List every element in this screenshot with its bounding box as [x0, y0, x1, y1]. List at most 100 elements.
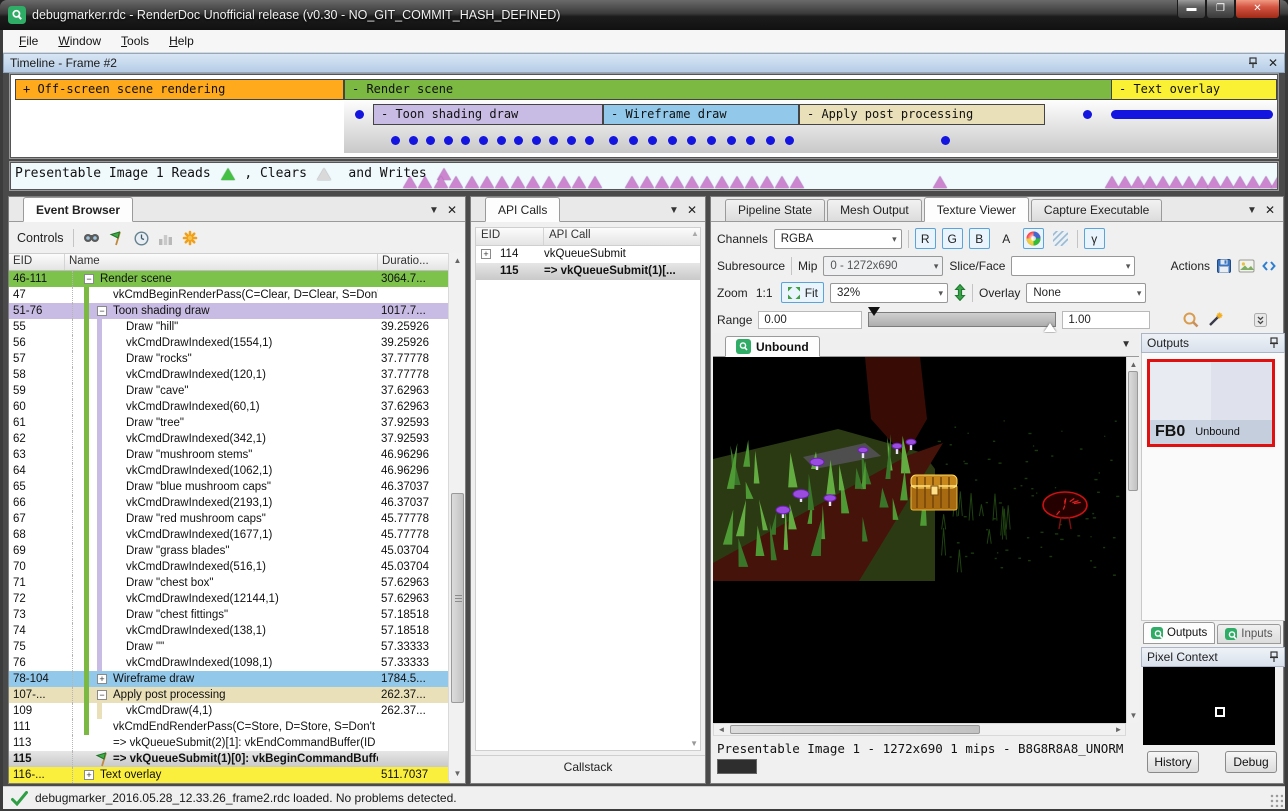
collapse-icon[interactable]: −: [97, 690, 107, 700]
timeline-marker-wireframe-draw[interactable]: - Wireframe draw: [603, 104, 799, 125]
tab-api-calls[interactable]: API Calls: [485, 197, 560, 222]
autofit-wand-icon[interactable]: [1206, 311, 1224, 329]
zoom-combo[interactable]: 32%: [830, 283, 948, 303]
event-row-78-104[interactable]: 78-104+Wireframe draw1784.5...: [9, 671, 450, 687]
event-row-62[interactable]: 62vkCmdDrawIndexed(342,1)37.92593: [9, 431, 450, 447]
chevron-down-icon[interactable]: ▼: [1121, 339, 1139, 356]
event-dot[interactable]: [479, 136, 488, 145]
event-row-75[interactable]: 75Draw ""57.33333: [9, 639, 450, 655]
event-row-74[interactable]: 74vkCmdDrawIndexed(138,1)57.18518: [9, 623, 450, 639]
timeline-marker-text-overlay[interactable]: - Text overlay: [1111, 79, 1277, 100]
close-icon[interactable]: ✕: [447, 203, 457, 217]
event-row-56[interactable]: 56vkCmdDrawIndexed(1554,1)39.25926: [9, 335, 450, 351]
tab-mesh-output[interactable]: Mesh Output: [827, 199, 922, 221]
zoom-1to1-button[interactable]: 1:1: [754, 282, 775, 303]
event-row-76[interactable]: 76vkCmdDrawIndexed(1098,1)57.33333: [9, 655, 450, 671]
slice-face-combo[interactable]: [1011, 256, 1135, 276]
star-icon[interactable]: [182, 230, 198, 246]
event-row-116-...[interactable]: 116-...+Text overlay511.7037: [9, 767, 450, 783]
find-icon[interactable]: [83, 231, 100, 246]
channel-b-button[interactable]: B: [969, 228, 990, 249]
event-dot[interactable]: [567, 136, 576, 145]
timeline-marker-off-screen-scene-rendering[interactable]: + Off-screen scene rendering: [15, 79, 344, 100]
channel-g-button[interactable]: G: [942, 228, 963, 249]
timeline-canvas[interactable]: + Off-screen scene rendering- Render sce…: [10, 74, 1278, 158]
pin-icon[interactable]: [1269, 337, 1279, 349]
scroll-up-icon[interactable]: ▲: [450, 253, 465, 268]
tab-pipeline-state[interactable]: Pipeline State: [725, 199, 825, 221]
event-dot[interactable]: [1083, 110, 1092, 119]
collapse-icon[interactable]: −: [84, 274, 94, 284]
timeline-dock-header[interactable]: Timeline - Frame #2 ✕: [3, 53, 1285, 73]
close-icon[interactable]: ✕: [1265, 203, 1275, 217]
resize-grip-icon[interactable]: [1270, 794, 1283, 807]
expand-icon[interactable]: +: [84, 770, 94, 780]
save-icon[interactable]: [1216, 258, 1232, 274]
api-row-115[interactable]: 115=> vkQueueSubmit(1)[...: [476, 263, 700, 280]
flip-y-icon[interactable]: [954, 284, 966, 301]
channels-combo[interactable]: RGBA: [774, 229, 902, 249]
tab-capture-executable[interactable]: Capture Executable: [1031, 199, 1162, 221]
event-row-55[interactable]: 55Draw "hill"39.25926: [9, 319, 450, 335]
channel-r-button[interactable]: R: [915, 228, 936, 249]
range-max-field[interactable]: 1.00: [1062, 311, 1150, 329]
event-row-58[interactable]: 58vkCmdDrawIndexed(120,1)37.77778: [9, 367, 450, 383]
event-row-65[interactable]: 65Draw "blue mushroom caps"46.37037: [9, 479, 450, 495]
event-row-113[interactable]: 113=> vkQueueSubmit(2)[1]: vkEndCommandB…: [9, 735, 450, 751]
event-dot[interactable]: [609, 136, 618, 145]
scroll-down-icon[interactable]: ▼: [690, 739, 698, 748]
range-max-handle[interactable]: [1044, 323, 1056, 332]
event-row-61[interactable]: 61Draw "tree"37.92593: [9, 415, 450, 431]
event-dot[interactable]: [629, 136, 638, 145]
image-file-icon[interactable]: [1238, 259, 1255, 273]
close-button[interactable]: ✕: [1235, 0, 1280, 19]
tab-outputs[interactable]: Outputs: [1143, 622, 1215, 644]
outputs-dock-header[interactable]: Outputs: [1141, 333, 1285, 353]
gamma-button[interactable]: γ: [1084, 228, 1105, 249]
api-table-header[interactable]: EID API Call ▲: [475, 227, 701, 246]
minimize-button[interactable]: ▬: [1177, 0, 1206, 19]
flag-icon[interactable]: [109, 230, 125, 246]
chevron-down-icon[interactable]: ▼: [1247, 205, 1257, 216]
scroll-down-icon[interactable]: ▼: [450, 766, 465, 781]
overlay-combo[interactable]: None: [1026, 283, 1146, 303]
expand-icon[interactable]: +: [97, 674, 107, 684]
range-slider[interactable]: [868, 312, 1056, 327]
close-icon[interactable]: ✕: [1268, 56, 1278, 70]
overflow-icon[interactable]: [1254, 313, 1267, 327]
timeline-marker-render-scene[interactable]: - Render scene: [344, 79, 1114, 100]
history-button[interactable]: History: [1147, 751, 1199, 773]
colorwheel-icon[interactable]: [1023, 228, 1044, 249]
texture-hscrollbar[interactable]: ◄ ►: [713, 723, 1126, 736]
event-row-115[interactable]: 115=> vkQueueSubmit(1)[0]: vkBeginComman…: [9, 751, 450, 767]
menu-help[interactable]: Help: [159, 31, 204, 51]
event-browser-scrollbar[interactable]: ▲ ▼: [448, 253, 465, 781]
event-row-70[interactable]: 70vkCmdDrawIndexed(516,1)45.03704: [9, 559, 450, 575]
event-dot[interactable]: [409, 136, 418, 145]
stats-icon[interactable]: [158, 231, 173, 246]
goto-resource-icon[interactable]: [1261, 259, 1277, 273]
chevron-down-icon[interactable]: ▼: [429, 205, 439, 216]
event-pill[interactable]: [1111, 110, 1273, 119]
event-row-66[interactable]: 66vkCmdDrawIndexed(2193,1)46.37037: [9, 495, 450, 511]
checkerboard-icon[interactable]: [1050, 228, 1071, 249]
event-dot[interactable]: [941, 136, 950, 145]
event-dot[interactable]: [391, 136, 400, 145]
event-dot[interactable]: [355, 110, 364, 119]
event-row-73[interactable]: 73Draw "chest fittings"57.18518: [9, 607, 450, 623]
event-dot[interactable]: [707, 136, 716, 145]
range-min-field[interactable]: 0.00: [758, 311, 862, 329]
event-dot[interactable]: [444, 136, 453, 145]
close-icon[interactable]: ✕: [687, 203, 697, 217]
event-table-header[interactable]: EID Name Duratio...: [9, 253, 450, 271]
event-row-68[interactable]: 68vkCmdDrawIndexed(1677,1)45.77778: [9, 527, 450, 543]
pin-icon[interactable]: [1269, 651, 1279, 663]
event-row-63[interactable]: 63Draw "mushroom stems"46.96296: [9, 447, 450, 463]
event-row-59[interactable]: 59Draw "cave"37.62963: [9, 383, 450, 399]
event-row-57[interactable]: 57Draw "rocks"37.77778: [9, 351, 450, 367]
channel-a-button[interactable]: A: [996, 228, 1017, 249]
event-row-51-76[interactable]: 51-76−Toon shading draw1017.7...: [9, 303, 450, 319]
pixel-context-view[interactable]: [1143, 667, 1275, 745]
event-row-111[interactable]: 111vkCmdEndRenderPass(C=Store, D=Store, …: [9, 719, 450, 735]
api-row-114[interactable]: 114+vkQueueSubmit: [476, 246, 700, 263]
